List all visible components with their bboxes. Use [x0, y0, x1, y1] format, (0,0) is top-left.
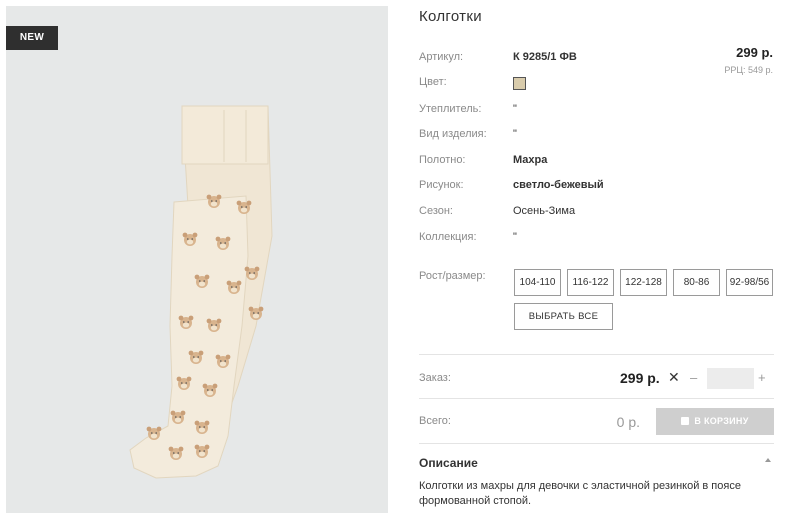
- attr-label-season: Сезон:: [419, 205, 453, 217]
- attr-label-insulation: Утеплитель:: [419, 103, 482, 115]
- attr-label-fabric: Полотно:: [419, 154, 466, 166]
- size-option-104-110[interactable]: 104-110: [514, 269, 561, 296]
- attr-value-fabric: Махра: [513, 154, 548, 166]
- attr-value-article: К 9285/1 ФВ: [513, 51, 577, 63]
- size-option-122-128[interactable]: 122-128: [620, 269, 667, 296]
- times-icon: ✕: [668, 369, 680, 385]
- product-price: 299 р.: [736, 45, 773, 60]
- size-option-80-86[interactable]: 80-86: [673, 269, 720, 296]
- size-label: Рост/размер:: [419, 270, 486, 282]
- color-swatch[interactable]: [513, 77, 526, 90]
- attr-label-article: Артикул:: [419, 51, 464, 63]
- new-badge: NEW: [6, 26, 58, 50]
- attr-label-color: Цвет:: [419, 76, 447, 88]
- add-to-cart-button[interactable]: В КОРЗИНУ: [656, 408, 774, 435]
- attr-value-pattern: светло-бежевый: [513, 179, 604, 191]
- add-to-cart-label: В КОРЗИНУ: [694, 416, 749, 426]
- cart-icon: [681, 417, 690, 425]
- product-image[interactable]: NEW crockid: [6, 6, 388, 513]
- attr-label-pattern: Рисунок:: [419, 179, 464, 191]
- description-text: Колготки из махры для девочки с эластичн…: [419, 480, 741, 507]
- order-label: Заказ:: [419, 372, 451, 384]
- attr-label-collection: Коллекция:: [419, 231, 477, 243]
- chevron-up-icon[interactable]: [765, 458, 771, 462]
- order-price: 299 р.: [620, 370, 660, 386]
- attr-value-collection: ": [513, 231, 517, 243]
- divider: [419, 443, 774, 444]
- quantity-input[interactable]: [707, 368, 754, 389]
- attr-value-insulation: ": [513, 103, 517, 115]
- total-label: Всего:: [419, 415, 451, 427]
- divider: [419, 354, 774, 355]
- tights-photo: [129, 105, 273, 479]
- recommended-price: РРЦ: 549 р.: [724, 65, 773, 75]
- size-option-116-122[interactable]: 116-122: [567, 269, 614, 296]
- attr-value-item-type: ": [513, 128, 517, 140]
- total-value: 0 р.: [616, 414, 640, 430]
- plus-icon[interactable]: +: [758, 370, 766, 385]
- size-option-92-98-56[interactable]: 92-98/56: [726, 269, 773, 296]
- description-title[interactable]: Описание: [419, 456, 478, 470]
- product-title: Колготки: [419, 8, 482, 25]
- select-all-button[interactable]: ВЫБРАТЬ ВСЕ: [514, 303, 613, 330]
- attr-label-item-type: Вид изделия:: [419, 128, 487, 140]
- divider: [419, 398, 774, 399]
- brand-logo: crockid: [342, 18, 382, 168]
- minus-icon[interactable]: –: [690, 370, 697, 385]
- attr-value-season: Осень-Зима: [513, 205, 576, 217]
